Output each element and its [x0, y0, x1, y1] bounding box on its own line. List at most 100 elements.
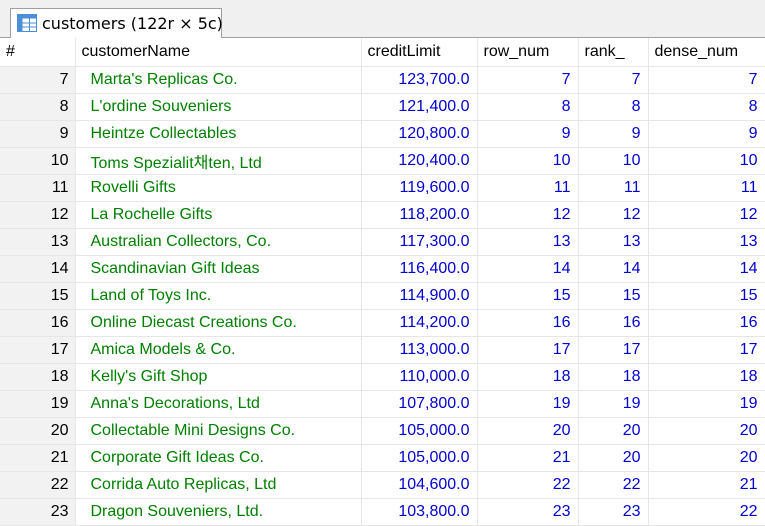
column-header-rownum[interactable]: #: [0, 38, 76, 67]
credit-limit-cell[interactable]: 105,000.0: [361, 444, 478, 472]
row-number-cell[interactable]: 7: [0, 66, 76, 94]
row-num-cell[interactable]: 15: [477, 282, 579, 310]
credit-limit-cell[interactable]: 107,800.0: [361, 390, 478, 418]
customer-name-cell[interactable]: Rovelli Gifts: [75, 174, 362, 202]
row-number-cell[interactable]: 14: [0, 255, 76, 283]
row-num-cell[interactable]: 17: [477, 336, 579, 364]
row-num-cell[interactable]: 16: [477, 309, 579, 337]
table-row[interactable]: 17 Amica Models & Co. 113,000.0 17 17 17: [0, 336, 765, 364]
customer-name-cell[interactable]: Australian Collectors, Co.: [75, 228, 362, 256]
customer-name-cell[interactable]: L'ordine Souveniers: [75, 93, 362, 121]
rank-cell[interactable]: 20: [578, 417, 649, 445]
customer-name-cell[interactable]: Heintze Collectables: [75, 120, 362, 148]
credit-limit-cell[interactable]: 114,200.0: [361, 309, 478, 337]
customer-name-cell[interactable]: Scandinavian Gift Ideas: [75, 255, 362, 283]
row-number-cell[interactable]: 13: [0, 228, 76, 256]
row-number-cell[interactable]: 9: [0, 120, 76, 148]
credit-limit-cell[interactable]: 119,600.0: [361, 174, 478, 202]
column-header-row-num[interactable]: row_num: [477, 38, 579, 67]
row-number-cell[interactable]: 22: [0, 471, 76, 499]
rank-cell[interactable]: 19: [578, 390, 649, 418]
column-header-dense-num[interactable]: dense_num: [648, 38, 765, 67]
row-num-cell[interactable]: 13: [477, 228, 579, 256]
row-number-cell[interactable]: 19: [0, 390, 76, 418]
rank-cell[interactable]: 8: [578, 93, 649, 121]
table-row[interactable]: 18 Kelly's Gift Shop 110,000.0 18 18 18: [0, 363, 765, 391]
row-num-cell[interactable]: 14: [477, 255, 579, 283]
row-number-cell[interactable]: 23: [0, 498, 76, 526]
dense-num-cell[interactable]: 10: [648, 147, 765, 175]
table-row[interactable]: 10 Toms Spezialit채ten, Ltd 120,400.0 10 10 10: [0, 147, 765, 175]
credit-limit-cell[interactable]: 120,800.0: [361, 120, 478, 148]
customer-name-cell[interactable]: Toms Spezialit채ten, Ltd: [75, 147, 362, 175]
credit-limit-cell[interactable]: 123,700.0: [361, 66, 478, 94]
customer-name-cell[interactable]: Online Diecast Creations Co.: [75, 309, 362, 337]
dense-num-cell[interactable]: 8: [648, 93, 765, 121]
rank-cell[interactable]: 22: [578, 471, 649, 499]
row-num-cell[interactable]: 12: [477, 201, 579, 229]
credit-limit-cell[interactable]: 116,400.0: [361, 255, 478, 283]
dense-num-cell[interactable]: 18: [648, 363, 765, 391]
table-row[interactable]: 14 Scandinavian Gift Ideas 116,400.0 14 14 14: [0, 255, 765, 283]
table-row[interactable]: 8 L'ordine Souveniers 121,400.0 8 8 8: [0, 93, 765, 121]
table-row[interactable]: 15 Land of Toys Inc. 114,900.0 15 15 15: [0, 282, 765, 310]
table-row[interactable]: 16 Online Diecast Creations Co. 114,200.0 1…: [0, 309, 765, 337]
row-num-cell[interactable]: 9: [477, 120, 579, 148]
customer-name-cell[interactable]: Corporate Gift Ideas Co.: [75, 444, 362, 472]
table-row[interactable]: 21 Corporate Gift Ideas Co. 105,000.0 21 20 2…: [0, 444, 765, 472]
table-row[interactable]: 22 Corrida Auto Replicas, Ltd 104,600.0 22 2…: [0, 471, 765, 499]
row-number-cell[interactable]: 11: [0, 174, 76, 202]
customer-name-cell[interactable]: Land of Toys Inc.: [75, 282, 362, 310]
credit-limit-cell[interactable]: 117,300.0: [361, 228, 478, 256]
credit-limit-cell[interactable]: 118,200.0: [361, 201, 478, 229]
rank-cell[interactable]: 12: [578, 201, 649, 229]
dense-num-cell[interactable]: 11: [648, 174, 765, 202]
row-number-cell[interactable]: 8: [0, 93, 76, 121]
row-num-cell[interactable]: 8: [477, 93, 579, 121]
row-number-cell[interactable]: 16: [0, 309, 76, 337]
table-row[interactable]: 7 Marta's Replicas Co. 123,700.0 7 7 7: [0, 66, 765, 94]
dense-num-cell[interactable]: 16: [648, 309, 765, 337]
dense-num-cell[interactable]: 19: [648, 390, 765, 418]
row-number-cell[interactable]: 12: [0, 201, 76, 229]
customer-name-cell[interactable]: La Rochelle Gifts: [75, 201, 362, 229]
customer-name-cell[interactable]: Corrida Auto Replicas, Ltd: [75, 471, 362, 499]
credit-limit-cell[interactable]: 113,000.0: [361, 336, 478, 364]
rank-cell[interactable]: 17: [578, 336, 649, 364]
dense-num-cell[interactable]: 20: [648, 444, 765, 472]
row-num-cell[interactable]: 21: [477, 444, 579, 472]
row-number-cell[interactable]: 17: [0, 336, 76, 364]
row-num-cell[interactable]: 22: [477, 471, 579, 499]
dense-num-cell[interactable]: 13: [648, 228, 765, 256]
rank-cell[interactable]: 14: [578, 255, 649, 283]
dense-num-cell[interactable]: 14: [648, 255, 765, 283]
tab-customers[interactable]: customers (122r × 5c): [10, 8, 223, 38]
row-number-cell[interactable]: 10: [0, 147, 76, 175]
credit-limit-cell[interactable]: 120,400.0: [361, 147, 478, 175]
dense-num-cell[interactable]: 20: [648, 417, 765, 445]
rank-cell[interactable]: 15: [578, 282, 649, 310]
table-row[interactable]: 20 Collectable Mini Designs Co. 105,000.0 2…: [0, 417, 765, 445]
rank-cell[interactable]: 16: [578, 309, 649, 337]
credit-limit-cell[interactable]: 121,400.0: [361, 93, 478, 121]
rank-cell[interactable]: 11: [578, 174, 649, 202]
credit-limit-cell[interactable]: 103,800.0: [361, 498, 478, 526]
row-num-cell[interactable]: 11: [477, 174, 579, 202]
rank-cell[interactable]: 23: [578, 498, 649, 526]
credit-limit-cell[interactable]: 104,600.0: [361, 471, 478, 499]
rank-cell[interactable]: 13: [578, 228, 649, 256]
table-row[interactable]: 11 Rovelli Gifts 119,600.0 11 11 11: [0, 174, 765, 202]
dense-num-cell[interactable]: 22: [648, 498, 765, 526]
credit-limit-cell[interactable]: 105,000.0: [361, 417, 478, 445]
table-row[interactable]: 23 Dragon Souveniers, Ltd. 103,800.0 23 23 22: [0, 498, 765, 526]
dense-num-cell[interactable]: 15: [648, 282, 765, 310]
dense-num-cell[interactable]: 21: [648, 471, 765, 499]
customer-name-cell[interactable]: Marta's Replicas Co.: [75, 66, 362, 94]
customer-name-cell[interactable]: Kelly's Gift Shop: [75, 363, 362, 391]
column-header-creditlimit[interactable]: creditLimit: [361, 38, 478, 67]
table-row[interactable]: 12 La Rochelle Gifts 118,200.0 12 12 12: [0, 201, 765, 229]
table-row[interactable]: 19 Anna's Decorations, Ltd 107,800.0 19 19 19: [0, 390, 765, 418]
customer-name-cell[interactable]: Amica Models & Co.: [75, 336, 362, 364]
table-row[interactable]: 9 Heintze Collectables 120,800.0 9 9 9: [0, 120, 765, 148]
customer-name-cell[interactable]: Dragon Souveniers, Ltd.: [75, 498, 362, 526]
